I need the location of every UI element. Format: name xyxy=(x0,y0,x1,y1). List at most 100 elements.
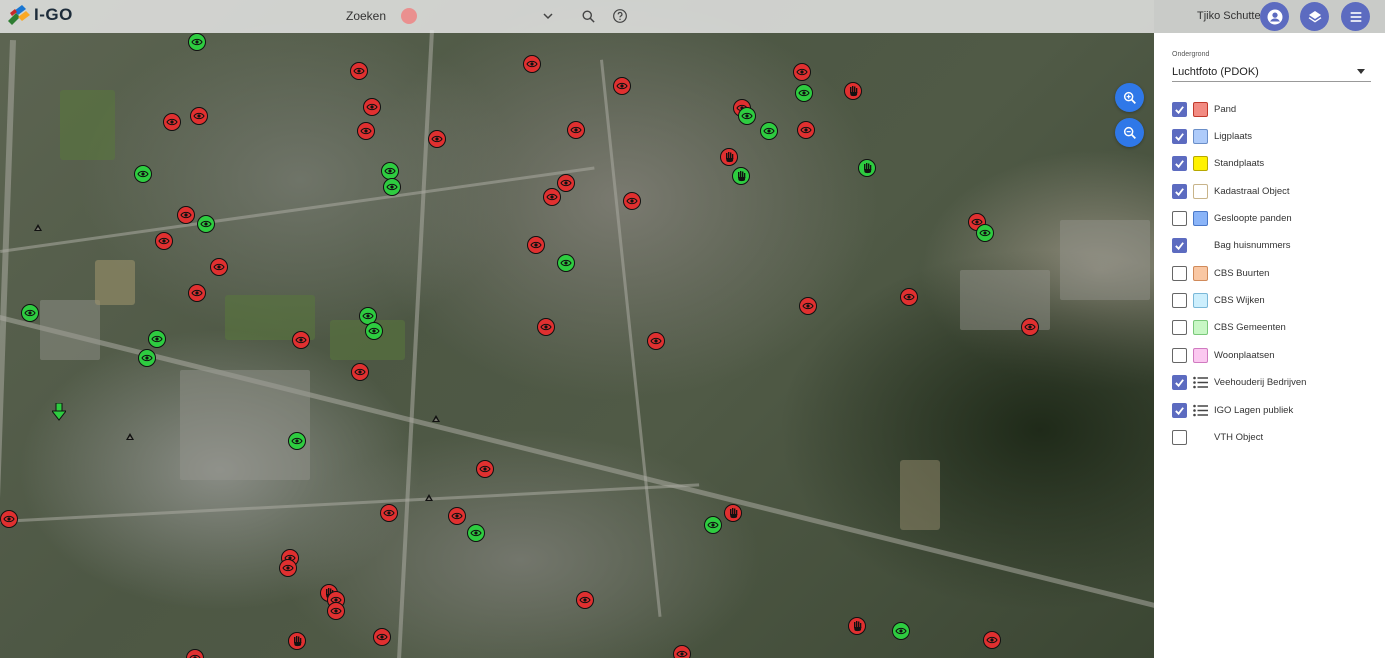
hand-marker[interactable] xyxy=(848,617,866,635)
app-logo[interactable]: I-GO xyxy=(6,3,73,27)
layer-checkbox[interactable] xyxy=(1172,292,1187,308)
eye-marker[interactable] xyxy=(279,559,297,577)
eye-marker[interactable] xyxy=(797,121,815,139)
layer-checkbox[interactable] xyxy=(1172,237,1187,253)
search-input[interactable]: Zoeken xyxy=(346,9,386,23)
hand-marker[interactable] xyxy=(288,632,306,650)
zoom-out-button[interactable] xyxy=(1115,118,1144,147)
layer-checkbox[interactable] xyxy=(1172,319,1187,335)
layer-item[interactable]: Standplaats xyxy=(1172,154,1264,172)
eye-marker[interactable] xyxy=(760,122,778,140)
layers-button[interactable] xyxy=(1300,2,1329,31)
eye-marker[interactable] xyxy=(327,602,345,620)
eye-marker[interactable] xyxy=(383,178,401,196)
eye-marker[interactable] xyxy=(350,62,368,80)
eye-marker[interactable] xyxy=(373,628,391,646)
eye-marker[interactable] xyxy=(567,121,585,139)
eye-marker[interactable] xyxy=(976,224,994,242)
eye-marker[interactable] xyxy=(357,122,375,140)
eye-marker[interactable] xyxy=(197,215,215,233)
eye-marker[interactable] xyxy=(134,165,152,183)
eye-marker[interactable] xyxy=(163,113,181,131)
eye-marker[interactable] xyxy=(1021,318,1039,336)
eye-marker[interactable] xyxy=(795,84,813,102)
eye-marker[interactable] xyxy=(380,504,398,522)
eye-marker[interactable] xyxy=(557,254,575,272)
triangle-marker[interactable] xyxy=(432,415,440,422)
eye-marker[interactable] xyxy=(543,188,561,206)
eye-marker[interactable] xyxy=(288,432,306,450)
layer-item[interactable]: IGO Lagen publiek xyxy=(1172,401,1293,419)
green-pin-marker[interactable] xyxy=(50,402,68,421)
eye-marker[interactable] xyxy=(365,322,383,340)
search-box[interactable]: Zoeken xyxy=(346,6,556,26)
layer-item[interactable]: Gesloopte panden xyxy=(1172,209,1292,227)
triangle-marker[interactable] xyxy=(34,224,42,231)
eye-marker[interactable] xyxy=(476,460,494,478)
layer-checkbox[interactable] xyxy=(1172,347,1187,363)
eye-marker[interactable] xyxy=(467,524,485,542)
hand-marker[interactable] xyxy=(844,82,862,100)
eye-marker[interactable] xyxy=(523,55,541,73)
eye-marker[interactable] xyxy=(190,107,208,125)
eye-marker[interactable] xyxy=(186,649,204,658)
eye-marker[interactable] xyxy=(21,304,39,322)
eye-marker[interactable] xyxy=(799,297,817,315)
eye-marker[interactable] xyxy=(448,507,466,525)
eye-marker[interactable] xyxy=(177,206,195,224)
layer-checkbox[interactable] xyxy=(1172,374,1187,390)
eye-marker[interactable] xyxy=(292,331,310,349)
eye-marker[interactable] xyxy=(537,318,555,336)
eye-marker[interactable] xyxy=(647,332,665,350)
eye-marker[interactable] xyxy=(428,130,446,148)
menu-button[interactable] xyxy=(1341,2,1370,31)
layer-item[interactable]: Woonplaatsen xyxy=(1172,346,1275,364)
eye-marker[interactable] xyxy=(210,258,228,276)
eye-marker[interactable] xyxy=(673,645,691,658)
eye-marker[interactable] xyxy=(363,98,381,116)
help-button[interactable] xyxy=(611,7,629,25)
layer-item[interactable]: VTH Object xyxy=(1172,428,1263,446)
eye-marker[interactable] xyxy=(188,33,206,51)
hand-marker[interactable] xyxy=(858,159,876,177)
layer-item[interactable]: Bag huisnummers xyxy=(1172,236,1291,254)
hand-marker[interactable] xyxy=(732,167,750,185)
eye-marker[interactable] xyxy=(155,232,173,250)
eye-marker[interactable] xyxy=(793,63,811,81)
eye-marker[interactable] xyxy=(527,236,545,254)
layer-checkbox[interactable] xyxy=(1172,128,1187,144)
eye-marker[interactable] xyxy=(623,192,641,210)
eye-marker[interactable] xyxy=(576,591,594,609)
eye-marker[interactable] xyxy=(892,622,910,640)
search-button[interactable] xyxy=(579,7,597,25)
eye-marker[interactable] xyxy=(351,363,369,381)
layer-checkbox[interactable] xyxy=(1172,265,1187,281)
layer-item[interactable]: CBS Buurten xyxy=(1172,264,1269,282)
layer-checkbox[interactable] xyxy=(1172,402,1187,418)
layer-item[interactable]: CBS Gemeenten xyxy=(1172,318,1286,336)
eye-marker[interactable] xyxy=(138,349,156,367)
chevron-down-icon[interactable] xyxy=(542,10,554,22)
layer-item[interactable]: CBS Wijken xyxy=(1172,291,1265,309)
layer-item[interactable]: Veehouderij Bedrijven xyxy=(1172,373,1306,391)
layer-item[interactable]: Ligplaats xyxy=(1172,127,1252,145)
layer-checkbox[interactable] xyxy=(1172,155,1187,171)
eye-marker[interactable] xyxy=(983,631,1001,649)
layer-checkbox[interactable] xyxy=(1172,429,1187,445)
layer-item[interactable]: Pand xyxy=(1172,100,1236,118)
hand-marker[interactable] xyxy=(720,148,738,166)
layer-checkbox[interactable] xyxy=(1172,210,1187,226)
layer-item[interactable]: Kadastraal Object xyxy=(1172,182,1290,200)
basemap-select[interactable]: Luchtfoto (PDOK) xyxy=(1172,63,1371,82)
triangle-marker[interactable] xyxy=(126,433,134,440)
map-canvas[interactable] xyxy=(0,0,1154,658)
eye-marker[interactable] xyxy=(900,288,918,306)
eye-marker[interactable] xyxy=(704,516,722,534)
account-button[interactable] xyxy=(1260,2,1289,31)
eye-marker[interactable] xyxy=(557,174,575,192)
eye-marker[interactable] xyxy=(613,77,631,95)
hand-marker[interactable] xyxy=(724,504,742,522)
triangle-marker[interactable] xyxy=(425,494,433,501)
layer-checkbox[interactable] xyxy=(1172,101,1187,117)
eye-marker[interactable] xyxy=(148,330,166,348)
